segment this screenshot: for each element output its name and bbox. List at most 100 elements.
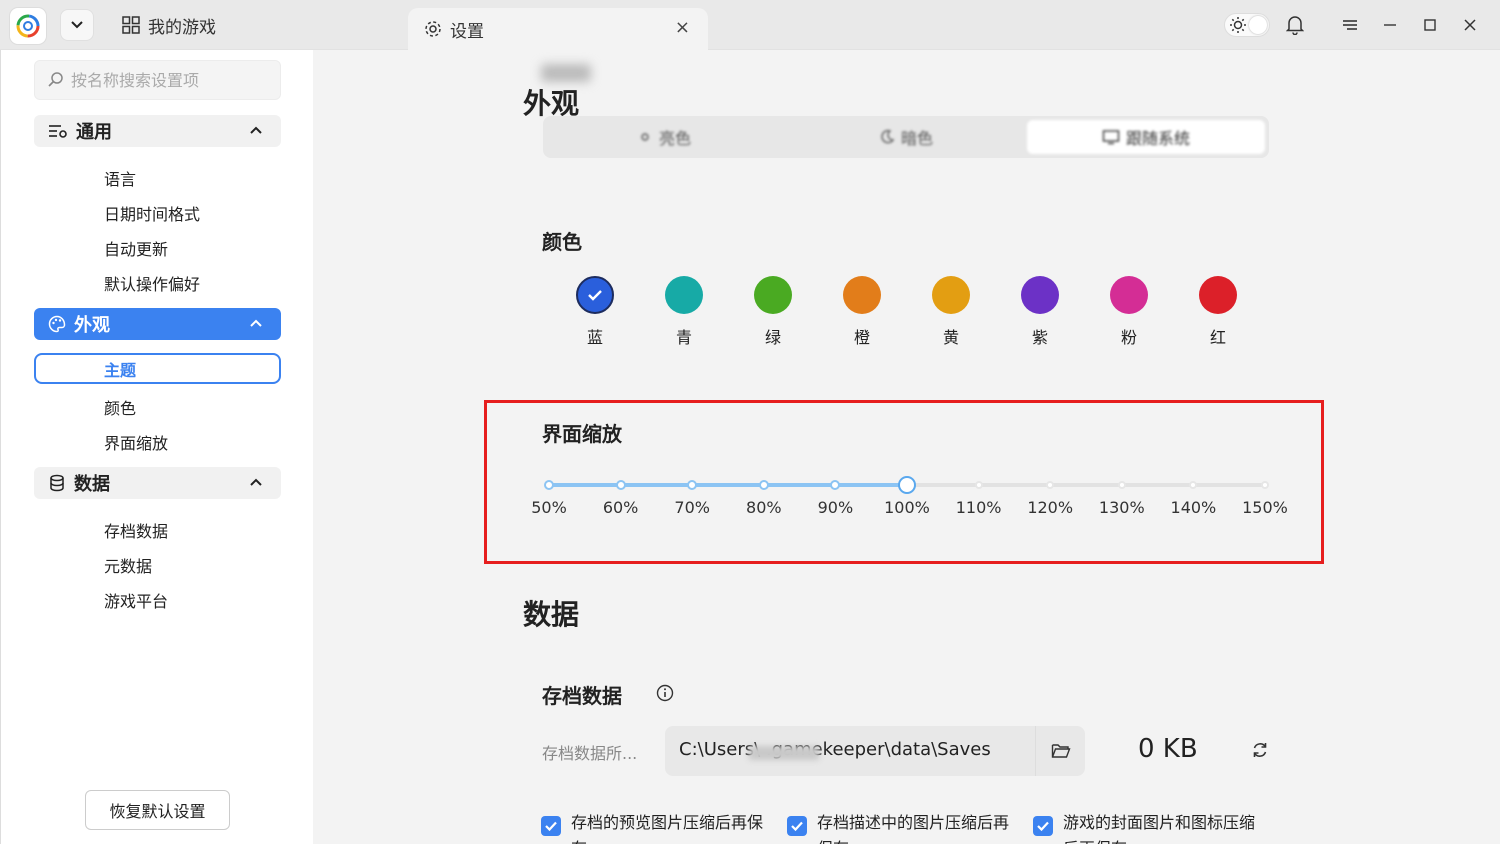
color-name: 蓝 bbox=[586, 328, 603, 347]
sidebar-group-data[interactable]: 数据 bbox=[34, 467, 281, 499]
close-tab-icon[interactable]: × bbox=[675, 17, 690, 38]
compress-checkbox[interactable]: 存档的预览图片压缩后再保存 bbox=[541, 810, 767, 844]
sidebar-item-language[interactable]: 语言 bbox=[104, 166, 136, 190]
check-icon bbox=[545, 821, 557, 832]
scale-tick[interactable] bbox=[1117, 481, 1126, 489]
checkbox[interactable] bbox=[541, 816, 561, 836]
compress-checkbox[interactable]: 游戏的封面图片和图标压缩后再保存 bbox=[1033, 810, 1259, 844]
scale-tick-label[interactable]: 150% bbox=[1235, 498, 1295, 517]
scale-tick[interactable] bbox=[974, 481, 983, 489]
scale-tick[interactable] bbox=[1261, 481, 1269, 489]
tab-settings[interactable]: 设置 × bbox=[408, 8, 708, 50]
color-dot[interactable] bbox=[576, 276, 614, 314]
theme-toggle[interactable] bbox=[1224, 13, 1270, 37]
theme-segmented-control: 亮色 暗色 跟随系统 bbox=[543, 116, 1269, 158]
refresh-icon[interactable] bbox=[1250, 740, 1270, 760]
info-icon[interactable] bbox=[656, 684, 674, 702]
color-dot[interactable] bbox=[1021, 276, 1059, 314]
theme-option-label: 跟随系统 bbox=[1125, 129, 1190, 148]
menu-icon[interactable] bbox=[1339, 14, 1361, 36]
theme-option-system[interactable]: 跟随系统 bbox=[1027, 120, 1265, 154]
reset-defaults-button[interactable]: 恢复默认设置 bbox=[85, 790, 230, 830]
color-dot[interactable] bbox=[1110, 276, 1148, 314]
settings-search[interactable] bbox=[34, 60, 281, 100]
moon-icon bbox=[881, 129, 895, 144]
sun-icon bbox=[1230, 17, 1246, 33]
compress-checkbox[interactable]: 存档描述中的图片压缩后再保存 bbox=[787, 810, 1013, 844]
gear-icon bbox=[425, 21, 441, 37]
scale-tick-label[interactable]: 50% bbox=[519, 498, 579, 517]
chevron-up-icon bbox=[250, 126, 262, 134]
color-swatch[interactable]: 黄 bbox=[931, 276, 971, 348]
blurred-heading bbox=[541, 64, 591, 82]
maximize-icon[interactable] bbox=[1419, 14, 1441, 36]
checkbox[interactable] bbox=[1033, 816, 1053, 836]
sliders-icon bbox=[49, 125, 67, 138]
check-icon bbox=[588, 290, 602, 301]
color-swatch[interactable]: 红 bbox=[1198, 276, 1238, 348]
minimize-icon[interactable] bbox=[1379, 14, 1401, 36]
checkbox-label: 存档的预览图片压缩后再保存 bbox=[571, 813, 764, 844]
color-name: 橙 bbox=[853, 328, 870, 347]
sidebar-item-metadata[interactable]: 元数据 bbox=[104, 553, 152, 577]
sidebar-item-scale[interactable]: 界面缩放 bbox=[104, 430, 168, 454]
color-dot[interactable] bbox=[1199, 276, 1237, 314]
color-name: 紫 bbox=[1031, 328, 1048, 347]
color-swatch[interactable]: 粉 bbox=[1109, 276, 1149, 348]
scale-tick-label[interactable]: 80% bbox=[734, 498, 794, 517]
sidebar-item-default-action[interactable]: 默认操作偏好 bbox=[104, 271, 200, 295]
scale-slider-thumb[interactable] bbox=[898, 476, 916, 494]
scale-tick-label[interactable]: 140% bbox=[1163, 498, 1223, 517]
palette-icon bbox=[48, 315, 66, 333]
check-icon bbox=[791, 821, 803, 832]
sidebar-item-auto-update[interactable]: 自动更新 bbox=[104, 236, 168, 260]
monitor-icon bbox=[1102, 130, 1120, 145]
chevron-up-icon bbox=[250, 478, 262, 486]
sidebar-item-save-data[interactable]: 存档数据 bbox=[104, 518, 168, 542]
scale-tick[interactable] bbox=[615, 480, 626, 490]
search-icon bbox=[48, 72, 63, 87]
sidebar-item-theme[interactable]: 主题 bbox=[34, 353, 281, 384]
scale-tick-label[interactable]: 110% bbox=[949, 498, 1009, 517]
color-swatch[interactable]: 青 bbox=[664, 276, 704, 348]
close-window-icon[interactable] bbox=[1459, 14, 1481, 36]
theme-option-dark[interactable]: 暗色 bbox=[785, 116, 1027, 158]
sidebar-item-color[interactable]: 颜色 bbox=[104, 395, 136, 419]
scale-tick[interactable] bbox=[544, 480, 554, 490]
app-logo-icon[interactable] bbox=[10, 8, 46, 44]
checkbox[interactable] bbox=[787, 816, 807, 836]
color-swatch[interactable]: 橙 bbox=[842, 276, 882, 348]
scale-tick-label[interactable]: 70% bbox=[662, 498, 722, 517]
sidebar-group-general[interactable]: 通用 bbox=[34, 115, 281, 147]
sidebar-group-appearance[interactable]: 外观 bbox=[34, 308, 281, 340]
sidebar-item-platforms[interactable]: 游戏平台 bbox=[104, 588, 168, 612]
color-name: 粉 bbox=[1120, 328, 1137, 347]
color-swatch[interactable]: 紫 bbox=[1020, 276, 1060, 348]
save-path-field[interactable]: C:\Users\ .gamekeeper\data\Saves bbox=[665, 726, 1085, 776]
scale-tick[interactable] bbox=[758, 480, 769, 490]
scale-tick-label[interactable]: 120% bbox=[1020, 498, 1080, 517]
color-name: 绿 bbox=[764, 328, 781, 347]
color-swatch[interactable]: 绿 bbox=[753, 276, 793, 348]
tab-settings-label: 设置 bbox=[450, 21, 484, 42]
redacted-username bbox=[749, 746, 819, 760]
check-icon bbox=[1037, 821, 1049, 832]
color-dot[interactable] bbox=[843, 276, 881, 314]
color-dot[interactable] bbox=[932, 276, 970, 314]
scale-tick-label[interactable]: 130% bbox=[1092, 498, 1152, 517]
color-dot[interactable] bbox=[665, 276, 703, 314]
menu-dropdown-button[interactable] bbox=[60, 9, 94, 41]
color-dot[interactable] bbox=[754, 276, 792, 314]
bell-icon[interactable] bbox=[1284, 14, 1306, 36]
color-swatch[interactable]: 蓝 bbox=[575, 276, 615, 348]
scale-tick-label[interactable]: 90% bbox=[805, 498, 865, 517]
theme-option-light[interactable]: 亮色 bbox=[543, 116, 785, 158]
open-folder-button[interactable] bbox=[1035, 726, 1085, 776]
sidebar-item-datetime[interactable]: 日期时间格式 bbox=[104, 201, 200, 225]
tab-my-games[interactable]: 我的游戏 bbox=[122, 12, 216, 38]
scale-tick-label[interactable]: 60% bbox=[591, 498, 651, 517]
title-bar: 我的游戏 设置 × bbox=[0, 0, 1500, 50]
theme-option-label: 暗色 bbox=[900, 129, 933, 148]
search-input[interactable] bbox=[71, 70, 271, 90]
scale-tick-label[interactable]: 100% bbox=[877, 498, 937, 517]
